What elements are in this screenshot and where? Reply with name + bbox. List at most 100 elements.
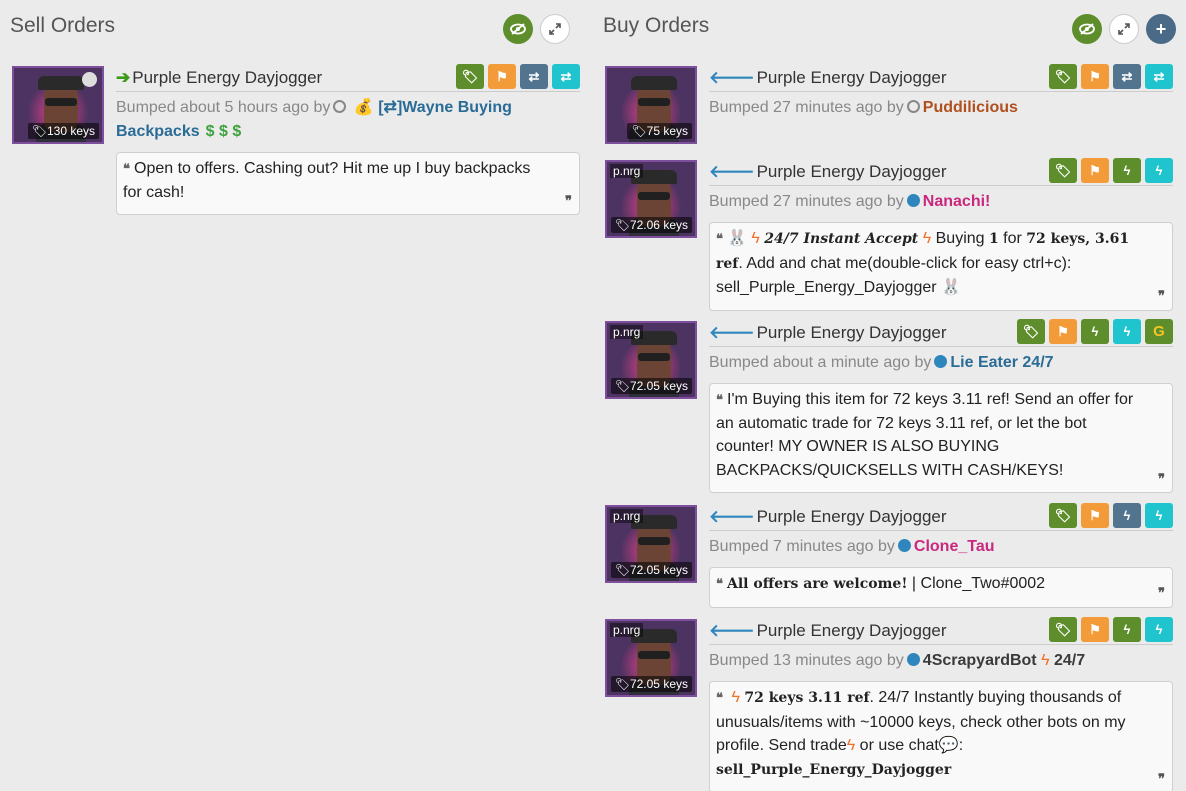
item-thumbnail[interactable]: p.nrg 🏷72.05 keys — [605, 619, 697, 697]
expand-icon[interactable] — [1109, 14, 1139, 44]
item-tag: p.nrg — [610, 325, 644, 339]
item-name[interactable]: 🡐 Purple Energy Dayjogger — [709, 621, 947, 641]
sell-header-buttons — [503, 14, 570, 44]
eye-slash-icon[interactable] — [1072, 14, 1102, 44]
exchange-icon[interactable]: ⇄ — [552, 64, 580, 89]
lightning-icon[interactable]: ϟ — [1113, 319, 1141, 344]
item-name[interactable]: 🡐 Purple Energy Dayjogger — [709, 323, 947, 343]
tag-icon[interactable]: 🏷 — [456, 64, 484, 89]
exchange-icon[interactable]: ⇄ — [520, 64, 548, 89]
tag-icon: 🏷 — [614, 218, 630, 232]
listing-flags: 🏷 ⚑ ϟ ϟ — [1049, 158, 1173, 183]
item-price: 🏷72.06 keys — [610, 217, 692, 233]
user-link[interactable]: Nanachi! — [923, 193, 991, 210]
status-ball-icon — [906, 194, 920, 207]
arrow-left-icon: 🡐 — [709, 621, 755, 640]
quote-icon: ❞ — [565, 192, 572, 208]
quote-icon: ❞ — [1158, 288, 1165, 303]
item-price: 🏷72.05 keys — [610, 378, 692, 394]
flag-icon[interactable]: ⚑ — [1081, 64, 1109, 89]
user-link[interactable]: 4ScrapyardBot — [923, 652, 1037, 669]
listing-entry: ➔ Purple Energy Dayjogger 🏷 ⚑ ⇄ ⇄ Bumped … — [116, 64, 580, 215]
lightning-icon[interactable]: ϟ — [1145, 617, 1173, 642]
listing-entry: 🡐 Purple Energy Dayjogger 🏷 ⚑ ϟ ϟ Bumped … — [709, 158, 1173, 311]
item-thumbnail[interactable]: p.nrg 🏷72.05 keys — [605, 321, 697, 399]
arrow-left-icon: 🡐 — [709, 162, 755, 181]
tag-icon[interactable]: 🏷 — [1017, 319, 1045, 344]
flag-icon[interactable]: ⚑ — [1081, 617, 1109, 642]
user-link[interactable]: Lie Eater 24/7 — [950, 354, 1053, 371]
sell-orders-column: Sell Orders 🏷130 keys ➔ Purple Energy Day… — [10, 0, 584, 215]
tag-icon[interactable]: 🏷 — [1049, 503, 1077, 528]
bump-line: Bumped 27 minutes ago by Nanachi! — [709, 193, 991, 210]
user-link[interactable]: Puddilicious — [923, 99, 1018, 116]
item-name[interactable]: 🡐 Purple Energy Dayjogger — [709, 68, 947, 88]
quote-icon: ❞ — [1158, 585, 1165, 600]
bump-line: Bumped about a minute ago by Lie Eater 24… — [709, 354, 1054, 371]
lightning-icon[interactable]: ϟ — [1113, 617, 1141, 642]
listing-title-row: 🡐 Purple Energy Dayjogger 🏷 ⚑ ϟ ϟ — [709, 158, 1173, 186]
user-suffix: 24/7 — [1053, 652, 1086, 669]
listing-comment: ❝ All offers are welcome! | Clone_Two#000… — [709, 567, 1173, 608]
item-name[interactable]: 🡐 Purple Energy Dayjogger — [709, 507, 947, 527]
eye-slash-icon[interactable] — [503, 14, 533, 44]
lightning-icon[interactable]: ϟ — [1113, 158, 1141, 183]
plus-icon[interactable]: + — [1146, 14, 1176, 44]
buy-orders-column: Buy Orders + 🏷75 keys 🡐 Purple Energy Day… — [603, 0, 1176, 791]
expand-icon[interactable] — [540, 14, 570, 44]
lightning-icon[interactable]: ϟ — [1081, 319, 1109, 344]
sell-orders-header: Sell Orders — [10, 0, 584, 58]
quote-icon: ❝ — [716, 392, 723, 407]
buy-header-buttons: + — [1072, 14, 1176, 44]
flag-icon[interactable]: ⚑ — [1081, 503, 1109, 528]
tag-icon[interactable]: 🏷 — [1049, 158, 1077, 183]
arrow-left-icon: 🡐 — [709, 68, 755, 87]
listing-flags: 🏷 ⚑ ⇄ ⇄ — [1049, 64, 1173, 89]
listing-flags: 🏷 ⚑ ϟ ϟ — [1049, 503, 1173, 528]
bump-line: Bumped about 5 hours ago by 💰 [⇄]Wayne B… — [116, 99, 512, 140]
item-thumbnail[interactable]: 🏷130 keys — [12, 66, 104, 144]
flag-icon[interactable]: ⚑ — [1081, 158, 1109, 183]
gladiator-icon[interactable]: G — [1145, 319, 1173, 344]
exchange-icon[interactable]: ⇄ — [1113, 64, 1141, 89]
quote-icon: ❝ — [123, 161, 130, 176]
status-ball-icon — [897, 539, 911, 552]
tag-icon[interactable]: 🏷 — [1049, 617, 1077, 642]
tag-icon: 🏷 — [614, 379, 630, 393]
listing-comment: ❝ ϟ 72 keys 3.11 ref. 24/7 Instantly buy… — [709, 681, 1173, 791]
quote-icon: ❝ — [716, 576, 723, 591]
flag-icon[interactable]: ⚑ — [488, 64, 516, 89]
item-price: 🏷72.05 keys — [610, 562, 692, 578]
tag-icon: 🏷 — [31, 124, 47, 138]
item-thumbnail[interactable]: p.nrg 🏷72.05 keys — [605, 505, 697, 583]
buy-orders-title: Buy Orders — [603, 14, 710, 37]
item-name[interactable]: 🡐 Purple Energy Dayjogger — [709, 162, 947, 182]
item-name[interactable]: ➔ Purple Energy Dayjogger — [116, 68, 322, 88]
listing-flags: 🏷 ⚑ ϟ ϟ G — [1017, 319, 1173, 344]
user-link[interactable]: Clone_Tau — [914, 538, 995, 555]
bump-line: Bumped 27 minutes ago by Puddilicious — [709, 99, 1018, 116]
item-price: 🏷72.05 keys — [610, 676, 692, 692]
user-suffix: $ $ $ — [205, 123, 242, 140]
bump-line: Bumped 7 minutes ago by Clone_Tau — [709, 538, 995, 555]
listing-flags: 🏷 ⚑ ⇄ ⇄ — [456, 64, 580, 89]
bump-line: Bumped 13 minutes ago by 4ScrapyardBot ϟ … — [709, 652, 1086, 669]
lightning-icon[interactable]: ϟ — [1145, 158, 1173, 183]
tag-icon: 🏷 — [614, 677, 630, 691]
listing-title-row: 🡐 Purple Energy Dayjogger 🏷 ⚑ ϟ ϟ — [709, 617, 1173, 645]
item-thumbnail[interactable]: 🏷75 keys — [605, 66, 697, 144]
lightning-icon[interactable]: ϟ — [1113, 503, 1141, 528]
quote-icon: ❞ — [1158, 770, 1165, 786]
buy-orders-header: Buy Orders + — [603, 0, 1176, 58]
lightning-icon: ϟ — [922, 230, 932, 247]
tag-icon[interactable]: 🏷 — [1049, 64, 1077, 89]
item-tag: p.nrg — [610, 509, 644, 523]
flag-icon[interactable]: ⚑ — [1049, 319, 1077, 344]
quote-icon: ❝ — [716, 231, 723, 246]
arrow-left-icon: 🡐 — [709, 323, 755, 342]
exchange-icon[interactable]: ⇄ — [1145, 64, 1173, 89]
lightning-icon[interactable]: ϟ — [1145, 503, 1173, 528]
tag-icon: 🏷 — [631, 124, 647, 138]
speech-bubble-icon: 💬 — [938, 737, 959, 754]
item-thumbnail[interactable]: p.nrg 🏷72.06 keys — [605, 160, 697, 238]
